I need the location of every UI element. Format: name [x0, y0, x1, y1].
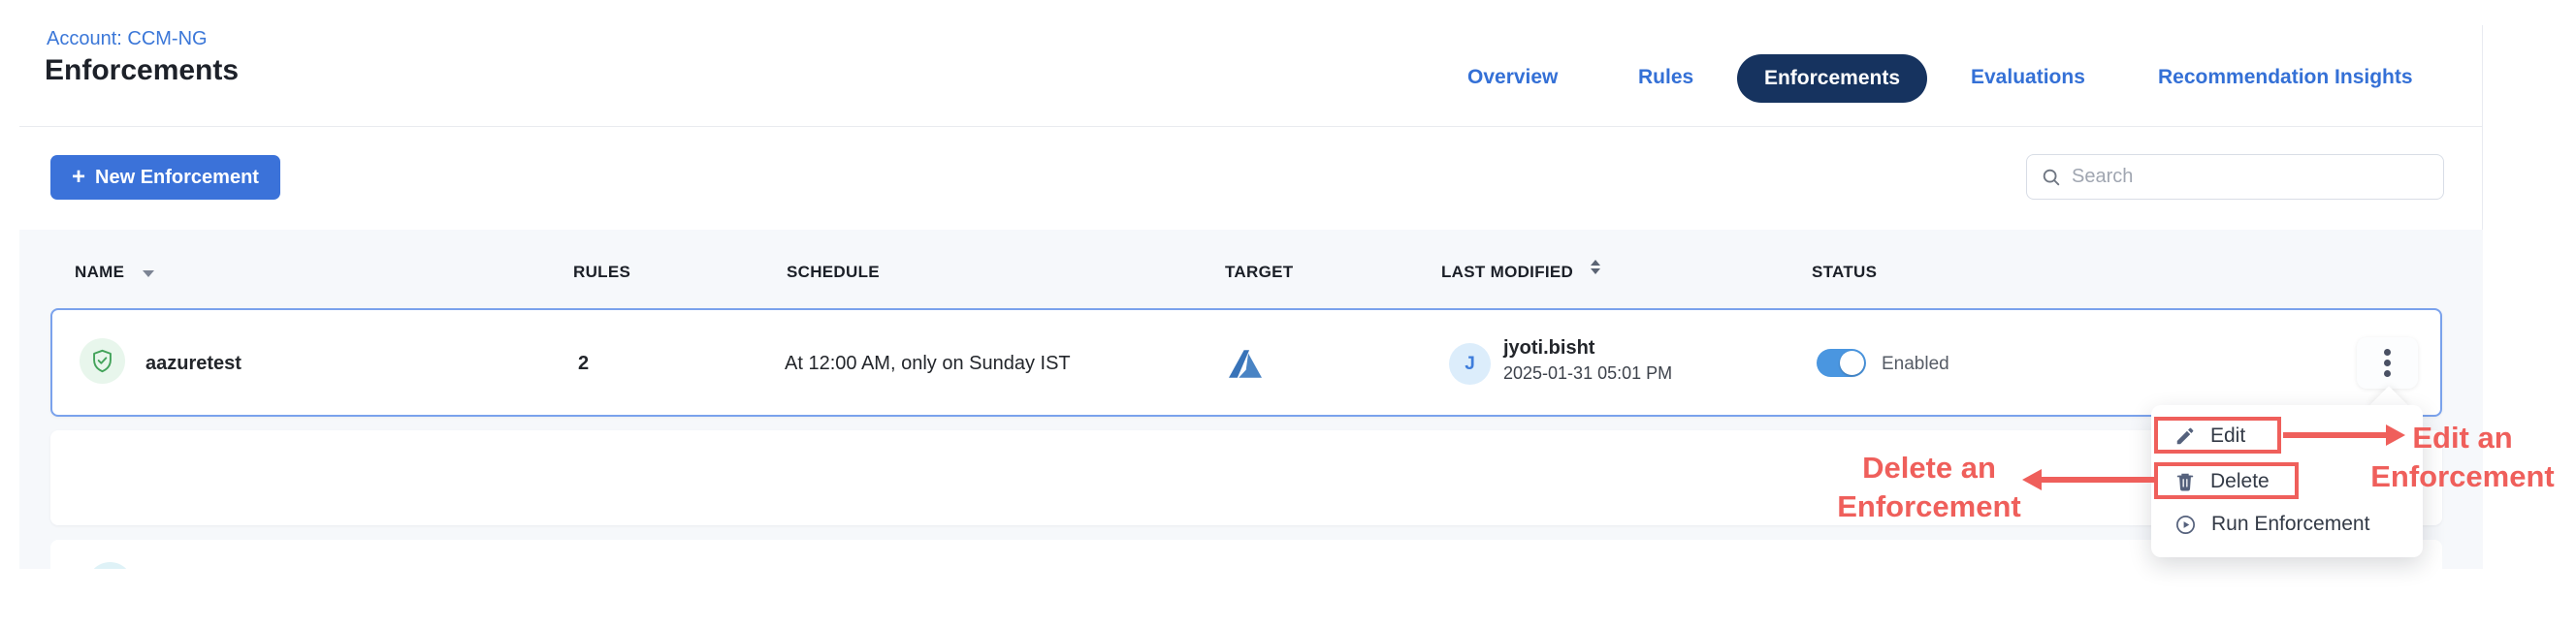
tab-recommendation-insights[interactable]: Recommendation Insights — [2158, 66, 2413, 89]
column-header-schedule: SCHEDULE — [787, 263, 880, 282]
sort-toggle-icon[interactable] — [1591, 260, 1600, 274]
avatar: J — [1449, 343, 1491, 385]
search-icon — [2041, 167, 2062, 188]
row-name[interactable]: aazuretest — [145, 353, 242, 375]
tab-enforcements-active[interactable]: Enforcements — [1737, 54, 1927, 103]
tab-overview[interactable]: Overview — [1467, 66, 1558, 89]
status-toggle[interactable] — [1817, 349, 1866, 377]
table-row[interactable]: aazuretest 2 At 12:00 AM, only on Sunday… — [50, 308, 2442, 417]
toggle-knob — [1840, 351, 1864, 375]
enforcement-type-badge — [87, 562, 133, 569]
row-schedule: At 12:00 AM, only on Sunday IST — [785, 353, 1071, 375]
tab-rules[interactable]: Rules — [1638, 66, 1693, 89]
search-box[interactable] — [2026, 154, 2444, 200]
kebab-icon — [2384, 349, 2391, 356]
row-rules-count: 2 — [578, 353, 589, 375]
enforcement-type-badge — [80, 338, 125, 384]
modified-at: 2025-01-31 05:01 PM — [1503, 363, 1672, 384]
menu-item-run-label: Run Enforcement — [2211, 513, 2369, 536]
new-enforcement-button-label: New Enforcement — [95, 167, 259, 189]
column-header-last-modified[interactable]: LAST MODIFIED — [1441, 263, 1573, 282]
modified-by: jyoti.bisht — [1503, 337, 1672, 360]
status-label: Enabled — [1882, 354, 1949, 375]
delete-arrow — [2040, 477, 2154, 483]
header-divider — [19, 126, 2483, 127]
plus-icon: + — [72, 166, 85, 189]
search-input[interactable] — [2072, 166, 2430, 188]
page-title: Enforcements — [45, 54, 239, 87]
tab-evaluations[interactable]: Evaluations — [1971, 66, 2085, 89]
enforcements-page: Account: CCM-NG Enforcements Overview Ru… — [0, 0, 2576, 628]
edit-annotation-text: Edit an Enforcement — [2363, 419, 2562, 496]
azure-icon — [1229, 350, 1262, 383]
column-header-name[interactable]: NAME — [75, 263, 124, 282]
shield-check-icon — [89, 348, 115, 374]
column-header-rules: RULES — [573, 263, 630, 282]
table-row[interactable] — [50, 540, 2442, 569]
delete-annotation-text: Delete an Enforcement — [1831, 449, 2027, 526]
column-header-target: TARGET — [1225, 263, 1293, 282]
delete-highlight-box — [2154, 462, 2299, 499]
sort-descending-icon[interactable] — [143, 270, 154, 277]
last-modified-cell: jyoti.bisht 2025-01-31 05:01 PM — [1503, 337, 1672, 384]
row-actions-kebab-button[interactable] — [2357, 337, 2418, 389]
play-circle-icon — [2174, 514, 2197, 536]
account-breadcrumb-link[interactable]: Account: CCM-NG — [47, 28, 208, 50]
edit-highlight-box — [2154, 417, 2281, 454]
new-enforcement-button[interactable]: + New Enforcement — [50, 155, 280, 200]
column-header-status: STATUS — [1812, 263, 1877, 282]
menu-item-run-enforcement[interactable]: Run Enforcement — [2174, 510, 2369, 539]
